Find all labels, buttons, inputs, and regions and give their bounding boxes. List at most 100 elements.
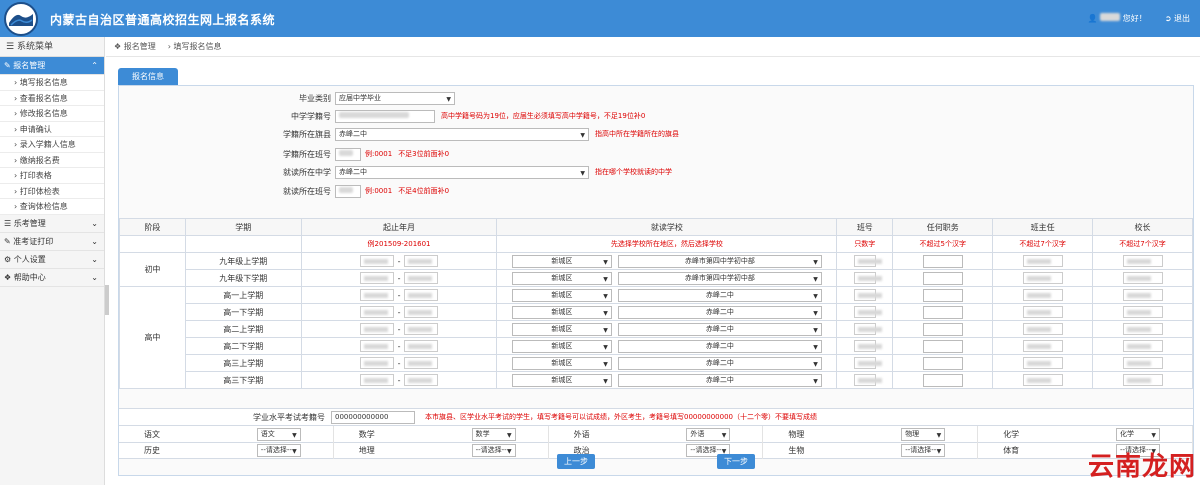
position-input[interactable] (922, 305, 963, 319)
start-date-input[interactable] (359, 357, 394, 369)
district-select[interactable]: 新城区 (511, 288, 612, 302)
start-date-input[interactable] (359, 323, 394, 335)
position-input[interactable] (922, 288, 963, 302)
subject-select[interactable]: 外语 (686, 427, 731, 441)
teacher-input[interactable] (1022, 357, 1063, 369)
principal-input[interactable] (1122, 323, 1163, 335)
next-button[interactable]: 下一步 (717, 454, 755, 469)
school-region-select[interactable]: 赤峰二中 (335, 127, 589, 141)
principal-input[interactable] (1122, 306, 1163, 318)
class-input[interactable] (853, 323, 876, 335)
district-select[interactable]: 新城区 (511, 356, 612, 370)
class-input[interactable] (853, 306, 876, 318)
class-input[interactable] (853, 340, 876, 352)
current-class-input[interactable] (335, 184, 361, 198)
sidebar-item-print-form[interactable]: › 打印表格 (0, 168, 104, 184)
teacher-input[interactable] (1022, 340, 1063, 352)
breadcrumb-home[interactable]: ❖ 报名管理 (114, 37, 156, 56)
sidebar-item-fill-info[interactable]: › 填写报名信息 (0, 75, 104, 91)
tab-registration-info[interactable]: 报名信息 (118, 68, 178, 85)
end-date-input[interactable] (404, 323, 439, 335)
sidebar-item-apply-confirm[interactable]: › 申请确认 (0, 121, 104, 137)
school-select[interactable]: 赤峰二中 (617, 288, 822, 302)
end-date-input[interactable] (404, 306, 439, 318)
school-select[interactable]: 赤峰市第四中学初中部 (617, 271, 822, 285)
subject-cell: 物理 物理 (763, 425, 979, 443)
class-input[interactable] (853, 289, 876, 301)
subject-select[interactable]: 语文 (256, 427, 301, 441)
sidebar-item-query-health[interactable]: › 查询体检信息 (0, 199, 104, 215)
class-input[interactable] (853, 272, 876, 284)
position-input[interactable] (922, 356, 963, 370)
sidebar-item-pay-fee[interactable]: › 缴纳报名费 (0, 152, 104, 168)
prev-button[interactable]: 上一步 (557, 454, 595, 469)
subject-select[interactable]: 化学 (1115, 427, 1160, 441)
district-select[interactable]: 新城区 (511, 305, 612, 319)
subject-select[interactable]: --请选择-- (471, 444, 516, 457)
menu-group-admission[interactable]: ✎ 准考证打印 ⌄ (0, 233, 104, 251)
graduate-type-select[interactable]: 应届中学毕业 (335, 91, 455, 105)
class-input[interactable] (853, 357, 876, 369)
position-input[interactable] (922, 339, 963, 353)
position-input[interactable] (922, 254, 963, 268)
subject-select[interactable]: 数学 (471, 427, 516, 441)
district-select[interactable]: 新城区 (511, 339, 612, 353)
end-date-input[interactable] (404, 272, 439, 284)
district-select[interactable]: 新城区 (511, 322, 612, 336)
district-select[interactable]: 新城区 (511, 271, 612, 285)
start-date-input[interactable] (359, 272, 394, 284)
end-date-input[interactable] (404, 289, 439, 301)
subject-select[interactable]: --请选择-- (901, 444, 946, 457)
teacher-input[interactable] (1022, 306, 1063, 318)
school-select[interactable]: 赤峰市第四中学初中部 (617, 254, 822, 268)
teacher-input[interactable] (1022, 272, 1063, 284)
principal-input[interactable] (1122, 374, 1163, 386)
menu-group-help[interactable]: ❖ 帮助中心 ⌄ (0, 269, 104, 287)
menu-group-exam[interactable]: ☰ 乐考管理 ⌄ (0, 215, 104, 233)
school-select[interactable]: 赤峰二中 (617, 339, 822, 353)
school-select[interactable]: 赤峰二中 (617, 305, 822, 319)
start-date-input[interactable] (359, 374, 394, 386)
position-input[interactable] (922, 322, 963, 336)
logout-button[interactable]: ➲ 退出 (1165, 13, 1190, 24)
position-input[interactable] (922, 271, 963, 285)
subject-select[interactable]: 物理 (901, 427, 946, 441)
principal-input[interactable] (1122, 255, 1163, 267)
district-select[interactable]: 新城区 (511, 373, 612, 387)
teacher-input[interactable] (1022, 323, 1063, 335)
current-school-select[interactable]: 赤峰二中 (335, 165, 589, 179)
teacher-input[interactable] (1022, 289, 1063, 301)
principal-input[interactable] (1122, 289, 1163, 301)
school-id-input[interactable] (335, 109, 435, 123)
menu-group-registration[interactable]: ✎ 报名管理 ⌃ (0, 57, 104, 75)
sidebar-item-edit-info[interactable]: › 修改报名信息 (0, 106, 104, 122)
school-select[interactable]: 赤峰二中 (617, 373, 822, 387)
sidebar-item-print-health[interactable]: › 打印体检表 (0, 183, 104, 199)
end-date-input[interactable] (404, 357, 439, 369)
teacher-input[interactable] (1022, 374, 1063, 386)
sidebar-item-enter-person[interactable]: › 录入学籍人信息 (0, 137, 104, 153)
position-input[interactable] (922, 373, 963, 387)
menu-group-settings[interactable]: ⚙ 个人设置 ⌄ (0, 251, 104, 269)
end-date-input[interactable] (404, 340, 439, 352)
school-select[interactable]: 赤峰二中 (617, 356, 822, 370)
sidebar-item-view-info[interactable]: › 查看报名信息 (0, 90, 104, 106)
exam-id-input[interactable]: 000000000000 (331, 410, 415, 424)
principal-input[interactable] (1122, 340, 1163, 352)
end-date-input[interactable] (404, 255, 439, 267)
start-date-input[interactable] (359, 289, 394, 301)
start-date-input[interactable] (359, 340, 394, 352)
principal-input[interactable] (1122, 357, 1163, 369)
end-date-input[interactable] (404, 374, 439, 386)
subject-select[interactable]: --请选择-- (256, 444, 301, 457)
school-select[interactable]: 赤峰二中 (617, 322, 822, 336)
start-date-input[interactable] (359, 306, 394, 318)
principal-input[interactable] (1122, 272, 1163, 284)
district-select[interactable]: 新城区 (511, 254, 612, 268)
school-class-input[interactable] (335, 147, 361, 161)
sidebar-collapse-handle[interactable] (105, 285, 109, 315)
class-input[interactable] (853, 374, 876, 386)
teacher-input[interactable] (1022, 255, 1063, 267)
start-date-input[interactable] (359, 255, 394, 267)
class-input[interactable] (853, 255, 876, 267)
